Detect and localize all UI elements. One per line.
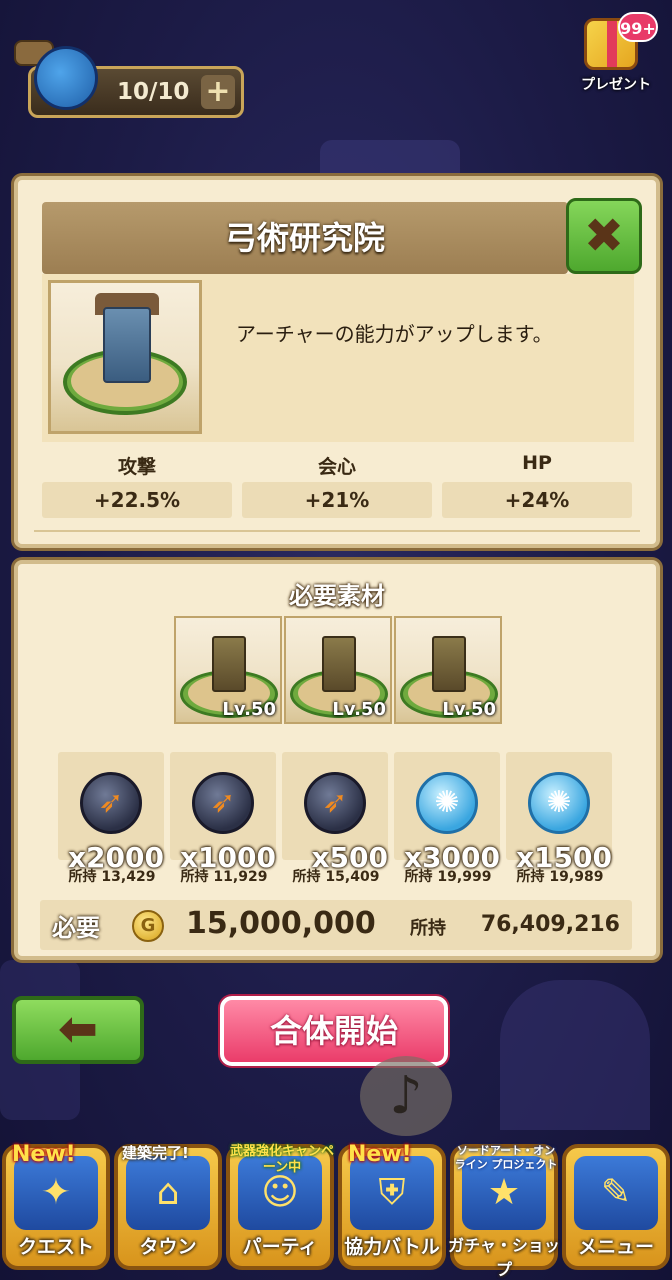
stat-label-hp: HP: [522, 452, 552, 474]
owned-gold-value: 76,409,216: [480, 912, 620, 937]
close-icon: ✖: [583, 208, 625, 264]
owned-gold-label: 所持: [410, 918, 446, 939]
nav-town[interactable]: ⌂ 建築完了! タウン: [114, 1144, 222, 1270]
collab-badge: ソードアート・オンライン プロジェクト: [454, 1144, 558, 1171]
nav-label: 協力バトル: [344, 1236, 440, 1258]
present-label: プレゼント: [581, 77, 651, 93]
material-item[interactable]: ✺ x3000: [394, 752, 500, 874]
gold-coin-icon: G: [132, 910, 164, 942]
stat-value-hp: +24%: [442, 482, 632, 518]
facility-name: 弓術研究院: [224, 219, 385, 257]
quest-icon: ✦: [40, 1172, 72, 1213]
stat-label-attack: 攻撃: [117, 456, 156, 478]
facility-description: アーチャーの能力がアップします。: [236, 322, 553, 346]
bottom-nav: ✦ New! クエスト ⌂ 建築完了! タウン ☺ 武器強化キャンペーン中 パー…: [0, 1124, 672, 1280]
material-item[interactable]: ➶ x500: [282, 752, 388, 874]
present-button[interactable]: 99+ プレゼント: [574, 12, 658, 98]
build-complete-badge: 建築完了!: [122, 1144, 189, 1162]
nav-label: メニュー: [577, 1236, 654, 1258]
material-item[interactable]: ➶ x2000: [58, 752, 164, 874]
new-badge: New!: [348, 1142, 412, 1167]
dark-bow-gem-icon: ➶: [192, 772, 254, 834]
present-count-badge: 99+: [618, 12, 658, 42]
material-level: Lv.50: [222, 699, 276, 720]
material-item[interactable]: ✺ x1500: [506, 752, 612, 874]
arrow-left-icon: ⬅: [57, 1001, 99, 1057]
nav-quest[interactable]: ✦ New! クエスト: [2, 1142, 110, 1270]
mascot-avatar: [34, 46, 98, 110]
nav-party[interactable]: ☺ 武器強化キャンペーン中 パーティ: [226, 1144, 334, 1270]
tower-icon: [432, 636, 466, 692]
cost-value: 15,000,000: [186, 906, 376, 941]
stamina-add-button[interactable]: +: [201, 75, 235, 109]
shield-icon: ⛨: [378, 1172, 406, 1213]
town-icon: ⌂: [156, 1172, 180, 1213]
blue-gem-icon: ✺: [528, 772, 590, 834]
item-owned: 所持 11,929: [180, 869, 268, 885]
material-level: Lv.50: [442, 699, 496, 720]
dark-bow-star-icon: ➶: [304, 772, 366, 834]
facility-image: [48, 280, 202, 434]
nav-label: タウン: [139, 1236, 197, 1258]
new-badge: New!: [12, 1142, 76, 1167]
stat-value-attack: +22.5%: [42, 482, 232, 518]
facility-title-bar: 弓術研究院: [42, 202, 568, 274]
nav-label: パーティ: [242, 1236, 318, 1258]
facility-info-panel: 弓術研究院 ✖ アーチャーの能力がアップします。 攻撃 +22.5% 会心 +2…: [14, 176, 660, 548]
item-owned: 所持 13,429: [68, 869, 156, 885]
stat-value-critical: +21%: [242, 482, 432, 518]
tower-icon: [103, 307, 151, 383]
nav-label: ガチャ・ショップ: [448, 1236, 560, 1279]
campaign-badge: 武器強化キャンペーン中: [230, 1144, 335, 1175]
nav-menu[interactable]: ✎ メニュー: [562, 1144, 670, 1270]
close-button[interactable]: ✖: [566, 198, 642, 274]
materials-title: 必要素材: [289, 582, 385, 610]
stat-label-critical: 会心: [317, 456, 356, 478]
start-fusion-label: 合体開始: [269, 1012, 398, 1050]
dark-bow-orb-icon: ➶: [80, 772, 142, 834]
background-building: [500, 980, 650, 1130]
item-owned: 所持 19,989: [516, 869, 604, 885]
material-facility-card[interactable]: Lv.50: [284, 616, 392, 724]
nav-coop-battle[interactable]: ⛨ New! 協力バトル: [338, 1142, 446, 1270]
item-owned: 所持 19,999: [404, 869, 492, 885]
tower-icon: [212, 636, 246, 692]
menu-scroll-icon: ✎: [600, 1172, 632, 1213]
stamina-value: 10/10: [117, 79, 190, 105]
cost-label: 必要: [52, 914, 100, 942]
blue-orb-icon: ✺: [416, 772, 478, 834]
tower-icon: [322, 636, 356, 692]
nav-gacha-shop[interactable]: ★ ソードアート・オンライン プロジェクト ガチャ・ショップ: [448, 1144, 560, 1279]
item-owned: 所持 15,409: [292, 869, 380, 885]
material-facility-card[interactable]: Lv.50: [174, 616, 282, 724]
nav-label: クエスト: [17, 1236, 94, 1258]
materials-panel: 必要素材 Lv.50 Lv.50 Lv.50 ➶ x2000 ➶ x1000 ➶…: [14, 560, 660, 960]
material-facility-card[interactable]: Lv.50: [394, 616, 502, 724]
material-item[interactable]: ➶ x1000: [170, 752, 276, 874]
divider: [34, 530, 640, 532]
back-button[interactable]: ⬅: [12, 996, 144, 1064]
material-level: Lv.50: [332, 699, 386, 720]
gold-cost-bar: 必要 G 15,000,000 所持 76,409,216: [40, 900, 632, 950]
